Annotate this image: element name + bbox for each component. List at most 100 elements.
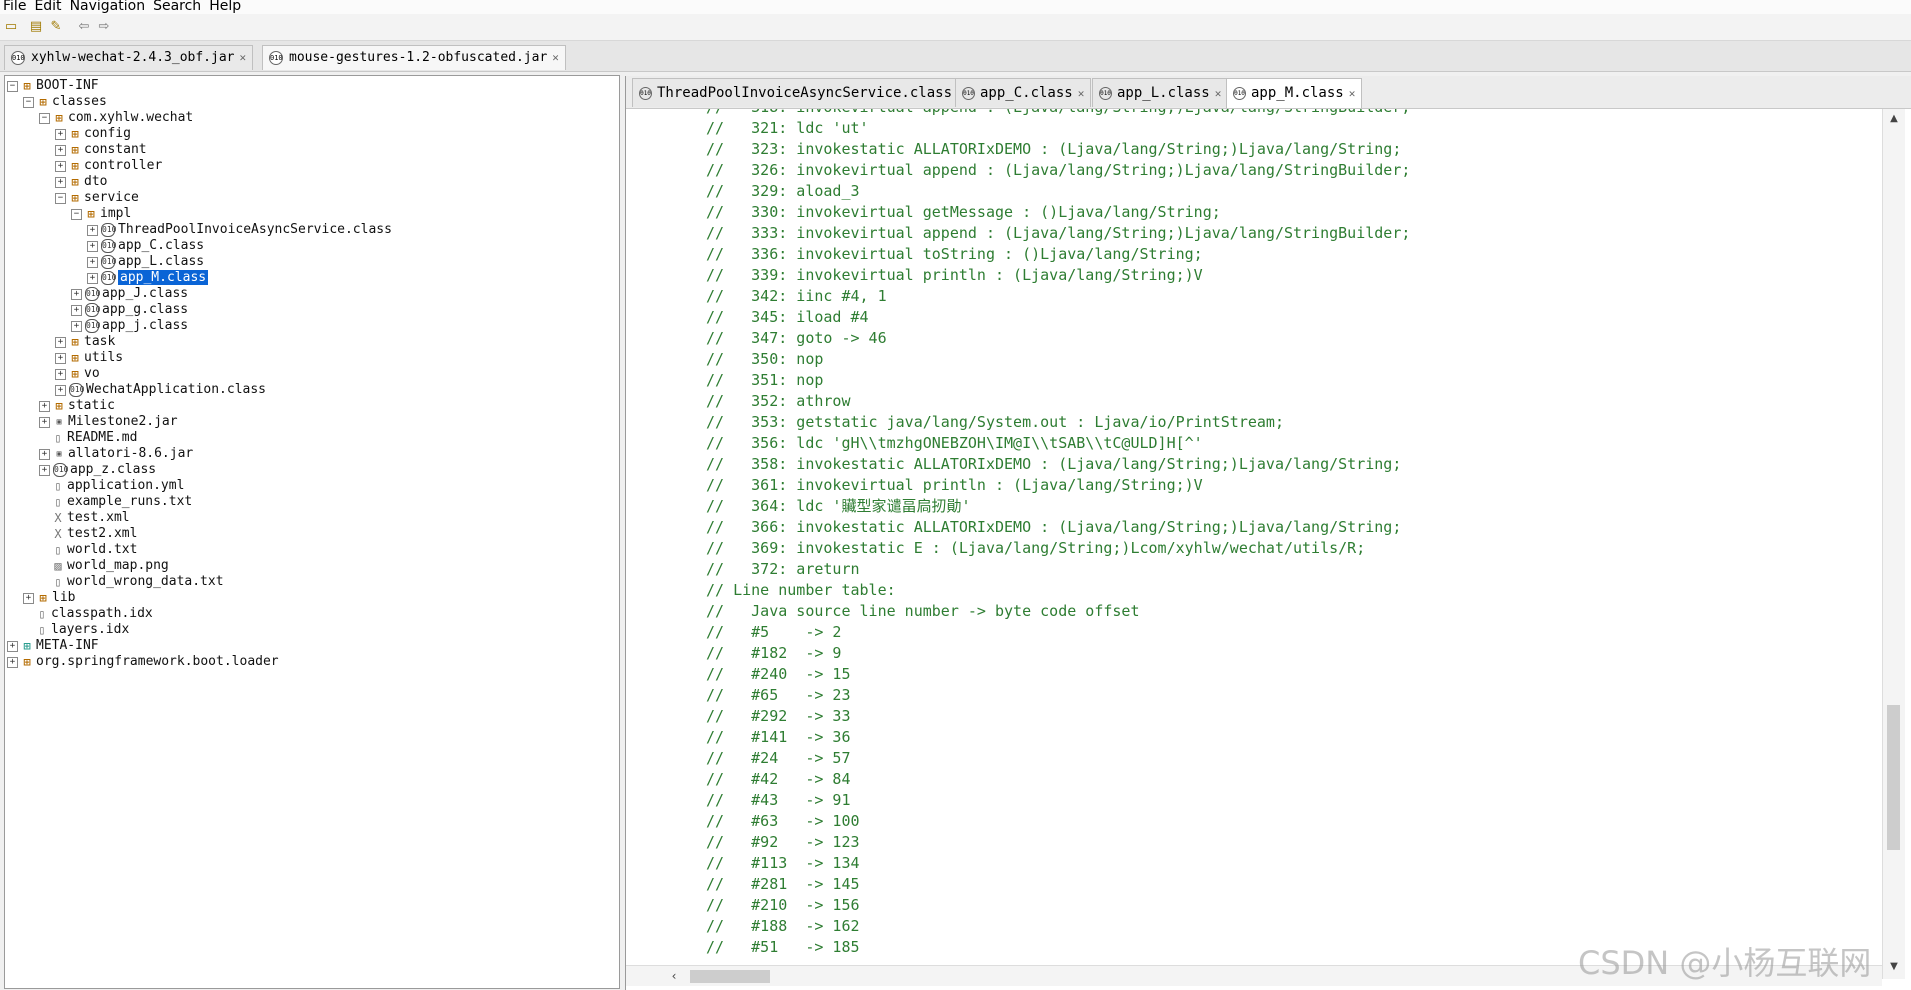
scroll-up-icon[interactable]: ▲ [1883,111,1905,127]
close-icon[interactable]: ✕ [240,51,247,64]
tree-node-utils[interactable]: + ⊞ utils [55,350,123,366]
expand-icon[interactable]: + [39,401,50,412]
tree-node-com-xyhlw-wechat[interactable]: − ⊞ com.xyhlw.wechat [39,110,193,126]
tree-node-world-map-png[interactable]: ▨ world_map.png [39,558,169,574]
tree-node-example-runs-txt[interactable]: ▯ example_runs.txt [39,494,192,510]
menu-edit[interactable]: Edit [31,0,64,12]
tree-node-test-xml[interactable]: Xtest.xml [39,510,130,526]
tree-node-constant[interactable]: + ⊞ constant [55,142,147,158]
file-tab-1[interactable]: 010 xyhlw-wechat-2.4.3_obf.jar ✕ [4,45,253,70]
code-line: // 326: invokevirtual append : (Ljava/la… [706,160,1410,181]
open-type-icon[interactable]: ▤ [28,20,44,34]
tree-node-controller[interactable]: + ⊞ controller [55,158,162,174]
open-file-icon[interactable]: ▭ [3,20,19,34]
tree-node-boot-inf[interactable]: − ⊞ BOOT-INF [7,78,99,94]
search-type-icon[interactable]: ✎ [48,20,64,34]
expand-icon[interactable]: + [55,337,66,348]
class-file-icon: 010 [101,223,115,237]
class-tab-app-l-class[interactable]: 010 app_L.class ✕ [1092,78,1228,107]
tree-node-readme-md[interactable]: ▯ README.md [39,430,137,446]
expand-icon[interactable]: + [55,177,66,188]
scroll-down-icon[interactable]: ▼ [1883,959,1905,975]
collapse-icon[interactable]: − [71,209,82,220]
expand-icon[interactable]: + [71,289,82,300]
tree-node-app-l-class[interactable]: +010 app_L.class [87,254,204,270]
tree-node-application-yml[interactable]: ▯ application.yml [39,478,184,494]
vertical-scroll-thumb[interactable] [1887,705,1900,850]
expand-icon[interactable]: + [39,417,50,428]
vertical-scrollbar[interactable]: ▲ ▼ [1882,109,1905,979]
tree-node-label: world_map.png [67,558,169,573]
forward-icon[interactable]: ⇨ [96,20,112,34]
horizontal-scroll-thumb[interactable] [690,970,770,983]
close-icon[interactable]: ✕ [1215,87,1222,100]
expand-icon[interactable]: + [87,241,98,252]
expand-icon[interactable]: + [55,369,66,380]
class-tab-app-c-class[interactable]: 010 app_C.class ✕ [955,78,1091,107]
tree-node-app-g-class[interactable]: +010 app_g.class [71,302,188,318]
close-icon[interactable]: ✕ [1078,87,1085,100]
tree-node-label: example_runs.txt [67,494,192,509]
expand-icon[interactable]: + [87,257,98,268]
tree-node-app-j-class[interactable]: +010 app_j.class [71,318,188,334]
expand-icon[interactable]: + [39,465,50,476]
class-tab-threadpoolinvoiceasyncservice-class[interactable]: 010ThreadPoolInvoiceAsyncService.class✕ [632,78,971,107]
back-icon[interactable]: ⇦ [76,20,92,34]
expand-icon[interactable]: + [55,145,66,156]
tree-node-meta-inf[interactable]: + ⊞ META-INF [7,638,99,654]
expand-icon[interactable]: + [7,641,18,652]
package-icon: ⊞ [53,400,65,412]
tree-node-impl[interactable]: − ⊞ impl [71,206,131,222]
close-icon[interactable]: ✕ [552,51,559,64]
tree-node-app-z-class[interactable]: +010 app_z.class [39,462,156,478]
expand-icon[interactable]: + [87,273,98,284]
menu-help[interactable]: Help [206,0,244,12]
expand-icon[interactable]: + [23,593,34,604]
tree-node-static[interactable]: + ⊞ static [39,398,115,414]
expand-icon[interactable]: + [7,657,18,668]
expand-icon[interactable]: + [55,353,66,364]
tree-node-world-wrong-data-txt[interactable]: ▯ world_wrong_data.txt [39,574,224,590]
tree-node-threadpoolinvoiceasyncservice-class[interactable]: +010 ThreadPoolInvoiceAsyncService.class [87,222,392,238]
tree-node-test2-xml[interactable]: Xtest2.xml [39,526,137,542]
tree-node-world-txt[interactable]: ▯ world.txt [39,542,137,558]
tree-node-allatori-8-6-jar[interactable]: + ▣ allatori-8.6.jar [39,446,193,462]
close-icon[interactable]: ✕ [1349,87,1356,100]
collapse-icon[interactable]: − [23,97,34,108]
expand-icon[interactable]: + [55,385,66,396]
code-line: // #292 -> 33 [706,706,851,727]
tree-node-milestone2-jar[interactable]: + ▣ Milestone2.jar [39,414,178,430]
expand-icon[interactable]: + [55,129,66,140]
tree-node-classes[interactable]: − ⊞ classes [23,94,107,110]
expand-icon[interactable]: + [71,305,82,316]
class-tab-app-m-class[interactable]: 010 app_M.class ✕ [1226,78,1362,108]
expand-icon[interactable]: + [39,449,50,460]
package-icon: ⊞ [69,352,81,364]
tree-node-vo[interactable]: + ⊞ vo [55,366,100,382]
menu-search[interactable]: Search [150,0,204,12]
expand-icon[interactable]: + [55,161,66,172]
menu-navigation[interactable]: Navigation [67,0,149,12]
code-line: // #24 -> 57 [706,748,851,769]
collapse-icon[interactable]: − [7,81,18,92]
tree-node-org-springframework-boot-loader[interactable]: + ⊞ org.springframework.boot.loader [7,654,279,670]
scroll-left-icon[interactable]: ‹ [666,968,682,984]
tree-node-dto[interactable]: + ⊞ dto [55,174,107,190]
expand-icon[interactable]: + [71,321,82,332]
tree-node-app-c-class[interactable]: +010 app_C.class [87,238,204,254]
tree-node-lib[interactable]: + ⊞ lib [23,590,75,606]
file-tab-2[interactable]: 010 mouse-gestures-1.2-obfuscated.jar ✕ [262,45,566,70]
tree-node-app-j-class[interactable]: +010 app_J.class [71,286,188,302]
tree-node-task[interactable]: + ⊞ task [55,334,115,350]
tree-node-config[interactable]: + ⊞ config [55,126,131,142]
tree-node-service[interactable]: − ⊞ service [55,190,139,206]
collapse-icon[interactable]: − [55,193,66,204]
code-view[interactable]: // 318: invokevirtual append : (Ljava/la… [626,109,1882,965]
tree-node-classpath-idx[interactable]: ▯ classpath.idx [23,606,153,622]
tree-node-app-m-class[interactable]: +010 app_M.class [87,270,208,286]
tree-node-wechatapplication-class[interactable]: +010 WechatApplication.class [55,382,266,398]
menu-file[interactable]: File [0,0,29,12]
expand-icon[interactable]: + [87,225,98,236]
tree-node-layers-idx[interactable]: ▯ layers.idx [23,622,129,638]
collapse-icon[interactable]: − [39,113,50,124]
